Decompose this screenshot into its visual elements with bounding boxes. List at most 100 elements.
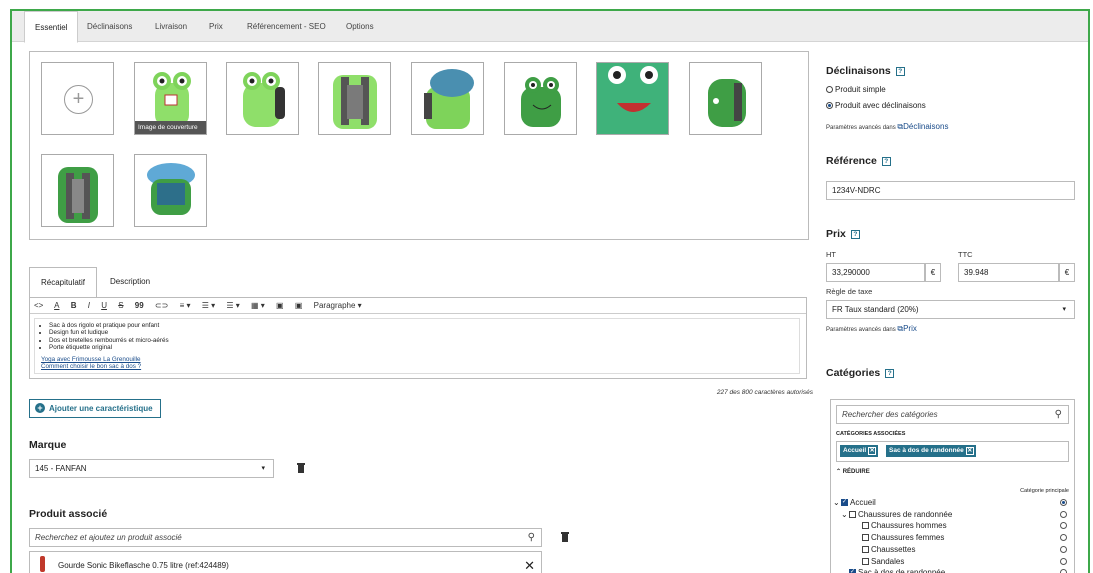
radio-simple-product[interactable]: Produit simple	[826, 85, 886, 94]
radio-label: Produit avec déclinaisons	[835, 101, 926, 110]
category-tree-item[interactable]: ⌄ Accueil	[833, 498, 876, 507]
add-image-button[interactable]: +	[41, 62, 114, 135]
help-icon[interactable]: ?	[881, 157, 891, 166]
radio-icon	[826, 102, 833, 109]
blockquote-icon[interactable]: 99	[135, 301, 144, 310]
remove-chip-icon[interactable]: ✕	[965, 447, 974, 455]
main-category-radio[interactable]	[1060, 569, 1067, 573]
paragraph-format-select[interactable]: Paragraphe ▾	[314, 301, 362, 310]
category-checkbox[interactable]	[841, 498, 848, 506]
currency-addon: €	[925, 263, 941, 282]
category-chip[interactable]: Sac à dos de randonnée ✕	[886, 445, 976, 457]
frog-backpack-image	[521, 77, 561, 127]
category-search-placeholder: Rechercher des catégories	[842, 410, 938, 419]
tab-recapitulatif[interactable]: Récapitulatif	[29, 267, 98, 298]
related-product-search-input[interactable]: Recherchez et ajoutez un produit associé…	[29, 528, 542, 547]
category-tree-item[interactable]: Chaussures femmes	[854, 533, 944, 542]
category-chip[interactable]: Accueil ✕	[840, 445, 879, 457]
italic-icon[interactable]: I	[88, 301, 90, 310]
help-icon[interactable]: ?	[850, 230, 860, 239]
tab-essentiel[interactable]: Essentiel	[24, 11, 79, 43]
tab-livraison[interactable]: Livraison	[145, 11, 197, 42]
product-image[interactable]	[504, 62, 577, 135]
chevron-down-icon[interactable]: ⌄	[841, 568, 849, 573]
tax-rule-select[interactable]: FR Taux standard (20%) ▾	[826, 300, 1075, 319]
product-image[interactable]	[411, 62, 484, 135]
brand-select[interactable]: 145 - FANFAN ▾	[29, 459, 274, 478]
price-link[interactable]: ⧉Prix	[897, 324, 917, 333]
tab-declinaisons[interactable]: Déclinaisons	[77, 11, 142, 42]
category-checkbox[interactable]	[849, 568, 856, 573]
tab-options[interactable]: Options	[336, 11, 384, 42]
price-ht-input[interactable]: 33,290000	[826, 263, 925, 282]
add-feature-button[interactable]: + Ajouter une caractéristique	[29, 399, 161, 418]
tab-prix[interactable]: Prix	[199, 11, 233, 42]
categories-panel: Rechercher des catégories ⚲ CATÉGORIES A…	[830, 399, 1075, 573]
font-color-icon[interactable]: A	[54, 301, 59, 310]
reference-input[interactable]: 1234V-NDRC	[826, 181, 1075, 200]
code-icon[interactable]: <>	[34, 301, 43, 310]
main-category-radio[interactable]	[1060, 510, 1067, 518]
category-checkbox[interactable]	[862, 557, 869, 565]
category-checkbox[interactable]	[862, 545, 869, 553]
remove-chip-icon[interactable]: ✕	[868, 447, 877, 455]
image-icon[interactable]: ▣	[276, 301, 284, 310]
trash-icon[interactable]	[297, 463, 305, 473]
help-icon[interactable]: ?	[895, 67, 905, 76]
help-icon[interactable]: ?	[885, 369, 895, 378]
category-tree-item[interactable]: ⌄ Sac à dos de randonnée	[841, 568, 945, 573]
radio-product-with-combinations[interactable]: Produit avec déclinaisons	[826, 101, 926, 110]
product-image[interactable]	[134, 154, 207, 227]
table-icon[interactable]: ▦ ▾	[251, 301, 265, 310]
combinations-link[interactable]: ⧉Déclinaisons	[897, 122, 948, 131]
price-ttc-input[interactable]: 39.948	[958, 263, 1059, 282]
underline-icon[interactable]: U	[101, 301, 107, 310]
product-image[interactable]	[689, 62, 762, 135]
main-category-radio[interactable]	[1060, 522, 1067, 530]
main-category-radio[interactable]	[1060, 534, 1067, 542]
tab-description[interactable]: Description	[99, 267, 161, 297]
main-category-radio[interactable]	[1060, 557, 1067, 565]
plus-circle-icon: +	[35, 403, 45, 413]
content-link[interactable]: Comment choisir le bon sac à dos ?	[41, 363, 793, 370]
chevron-down-icon[interactable]: ⌄	[841, 510, 849, 519]
media-icon[interactable]: ▣	[295, 301, 303, 310]
strikethrough-icon[interactable]: S	[118, 301, 123, 310]
product-image[interactable]: Image de couverture	[134, 62, 207, 135]
product-image[interactable]	[41, 154, 114, 227]
unordered-list-icon[interactable]: ☰ ▾	[202, 301, 215, 310]
category-tree-item[interactable]: Sandales	[854, 557, 904, 566]
content-link[interactable]: Yoga avec Frimousse La Grenouille	[41, 356, 793, 363]
category-search-input[interactable]: Rechercher des catégories ⚲	[836, 405, 1069, 424]
category-checkbox[interactable]	[862, 522, 869, 530]
combinations-advanced-settings: Paramètres avancés dans ⧉Déclinaisons	[826, 122, 948, 132]
editor-toolbar: <> A B I U S 99 ⊂⊃ ≡ ▾ ☰ ▾ ☰ ▾ ▦ ▾ ▣ ▣ P…	[30, 298, 806, 314]
cover-image-label: Image de couverture	[135, 121, 206, 134]
category-tree-item[interactable]: ⌄ Chaussures de randonnée	[841, 510, 952, 519]
trash-icon[interactable]	[561, 532, 569, 542]
product-image[interactable]	[226, 62, 299, 135]
main-category-radio[interactable]	[1060, 545, 1067, 553]
related-product-item: Gourde Sonic Bikeflasche 0.75 litre (ref…	[29, 551, 542, 573]
ordered-list-icon[interactable]: ☰ ▾	[226, 301, 239, 310]
product-image[interactable]	[318, 62, 391, 135]
bold-icon[interactable]: B	[71, 301, 77, 310]
main-category-radio[interactable]	[1060, 499, 1067, 506]
category-checkbox[interactable]	[849, 510, 856, 518]
category-tree-item[interactable]: Chaussettes	[854, 545, 915, 554]
category-label: Chaussures de randonnée	[858, 509, 953, 519]
chevron-down-icon: ▾	[1062, 306, 1066, 313]
price-link-label: Prix	[903, 324, 917, 333]
plus-circle-icon: +	[64, 85, 93, 114]
link-icon[interactable]: ⊂⊃	[155, 301, 168, 310]
close-icon[interactable]: ✕	[524, 552, 535, 573]
category-checkbox[interactable]	[862, 534, 869, 542]
collapse-tree-button[interactable]: ⌃ RÉDUIRE	[836, 468, 870, 475]
chevron-down-icon[interactable]: ⌄	[833, 498, 841, 507]
category-tree-item[interactable]: Chaussures hommes	[854, 521, 947, 530]
editor-content[interactable]: Sac à dos rigolo et pratique pour enfant…	[34, 318, 800, 374]
product-image[interactable]	[596, 62, 669, 135]
align-icon[interactable]: ≡ ▾	[180, 301, 191, 310]
list-item: Porte étiquette original	[49, 344, 793, 351]
tab-seo[interactable]: Référencement - SEO	[237, 11, 336, 42]
